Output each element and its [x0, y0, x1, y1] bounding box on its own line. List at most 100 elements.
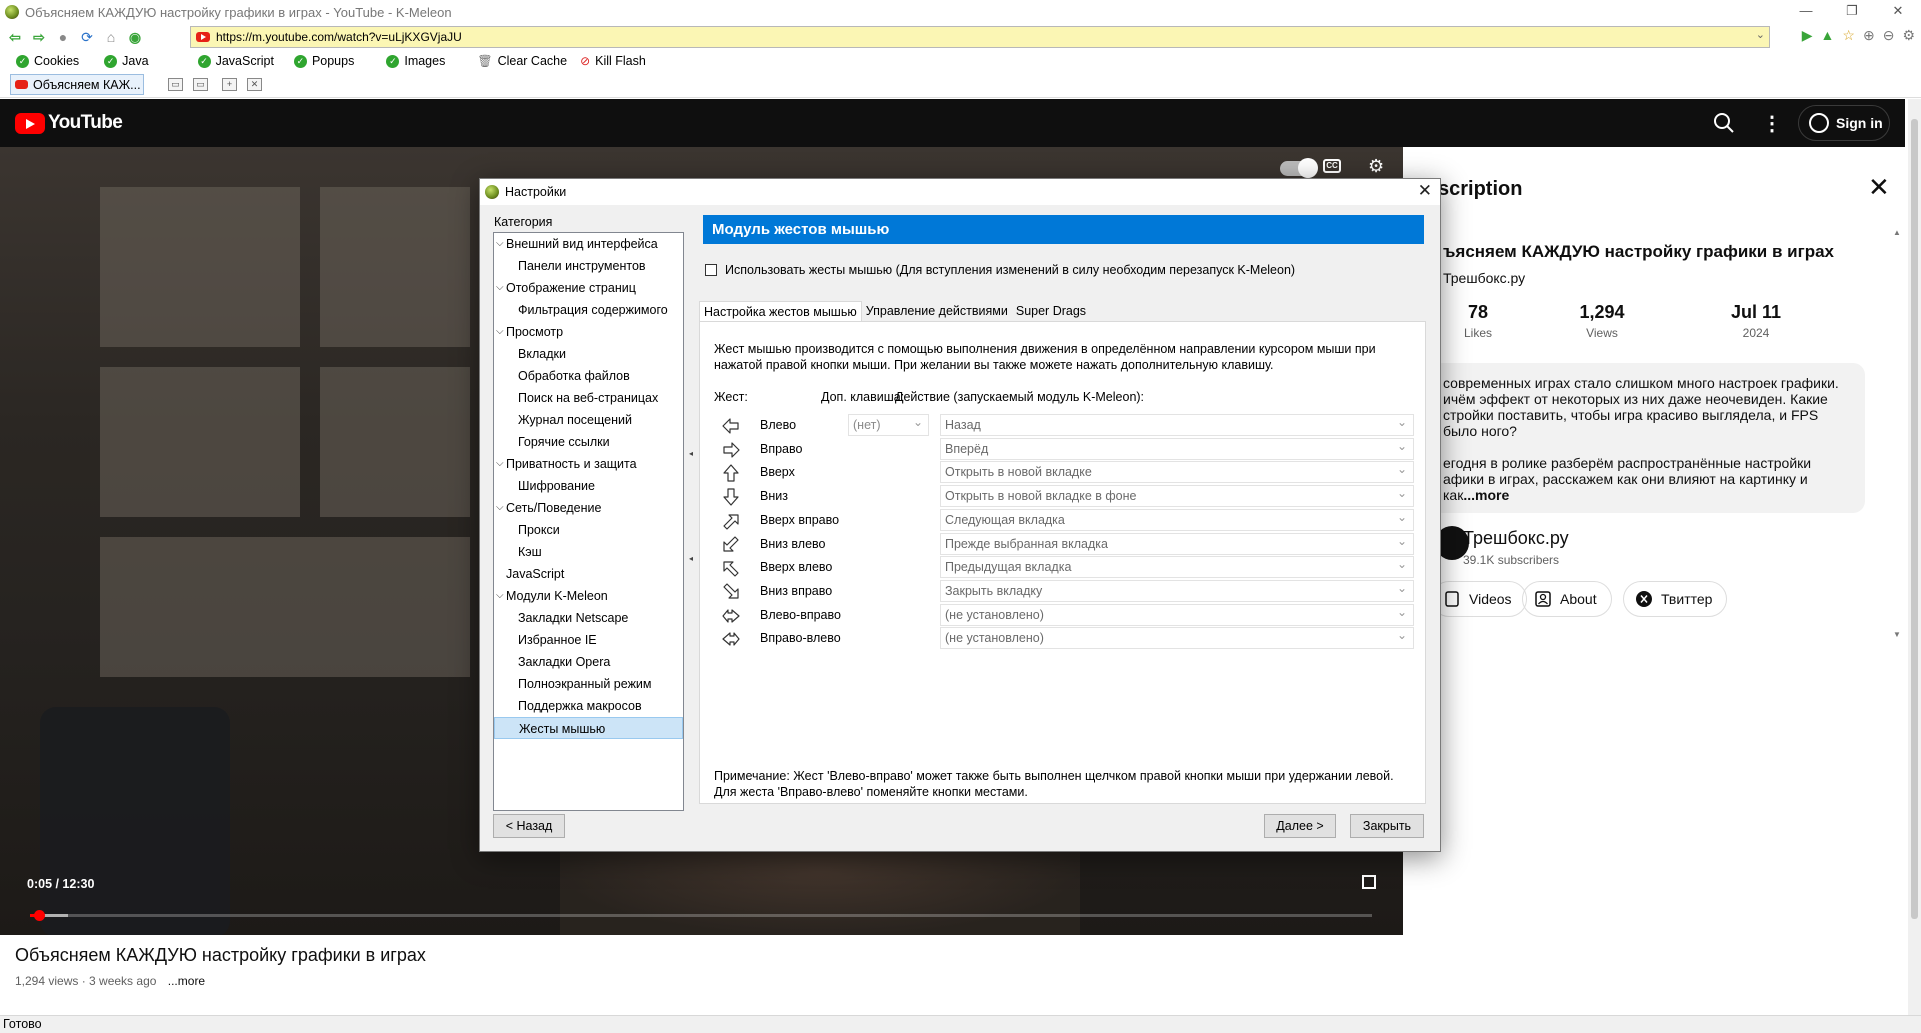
tree-item[interactable]: Журнал посещений — [494, 409, 683, 431]
about-chip[interactable]: About — [1522, 581, 1612, 617]
tree-item[interactable]: Фильтрация содержимого — [494, 299, 683, 321]
bookmark-star-icon[interactable]: ☆ — [1842, 27, 1855, 44]
pref-images[interactable]: ✓ Images — [386, 54, 445, 68]
video-more-link[interactable]: ...more — [168, 974, 205, 988]
expand-chevron-icon[interactable]: ⌵ — [496, 453, 504, 475]
tree-item[interactable]: ⌵ Сеть/Поведение — [494, 497, 683, 519]
action-select[interactable]: Открыть в новой вкладке — [940, 459, 1414, 484]
close-dialog-icon[interactable]: ✕ — [1418, 181, 1432, 201]
address-bar[interactable]: https://m.youtube.com/watch?v=uLjKXGVjaJ… — [190, 26, 1770, 48]
search-up-icon[interactable]: ▲ — [1821, 27, 1835, 44]
description-channel[interactable]: Трешбокс.ру — [1443, 270, 1525, 286]
tree-item[interactable]: JavaScript — [494, 563, 683, 585]
tree-item[interactable]: Поддержка макросов — [494, 695, 683, 717]
home-icon[interactable]: ⌂ — [102, 28, 120, 46]
browser-tab-active[interactable]: Объясняем КАЖ... — [10, 74, 144, 95]
tree-item[interactable]: Вкладки — [494, 343, 683, 365]
description-text-box[interactable]: современных играх стало слишком много на… — [1431, 363, 1865, 513]
expand-chevron-icon[interactable]: ⌵ — [496, 233, 504, 255]
pref-java[interactable]: ✓ Java — [104, 54, 149, 68]
expand-chevron-icon[interactable]: ⌵ — [496, 321, 504, 343]
action-select[interactable]: (не установлено) — [940, 625, 1414, 650]
tree-item[interactable]: ⌵ Модули K-Meleon — [494, 585, 683, 607]
next-button[interactable]: Далее > — [1264, 814, 1336, 838]
tree-item[interactable]: Избранное IE — [494, 629, 683, 651]
url-history-dropdown-icon[interactable]: ⌄ — [1756, 28, 1765, 41]
action-select[interactable]: Назад — [940, 412, 1414, 436]
tab-action-management[interactable]: Управление действиями — [862, 301, 1012, 321]
scroll-up-icon[interactable]: ▲ — [1893, 228, 1901, 237]
close-window-button[interactable]: ✕ — [1875, 0, 1921, 24]
new-window-icon[interactable]: ▭ — [168, 78, 183, 91]
videos-chip[interactable]: Videos — [1431, 581, 1527, 617]
tree-item[interactable]: Закладки Netscape — [494, 607, 683, 629]
scroll-down-icon[interactable]: ▼ — [1893, 630, 1901, 639]
tree-item[interactable]: Жесты мышью — [494, 717, 683, 739]
enable-gestures-checkbox[interactable] — [705, 264, 717, 276]
pref-popups[interactable]: ✓ Popups — [293, 54, 354, 68]
action-select[interactable]: (не установлено) — [940, 602, 1414, 626]
tree-item[interactable]: Горячие ссылки — [494, 431, 683, 453]
settings-gear-icon[interactable]: ⚙ — [1902, 27, 1915, 44]
clear-cache-button[interactable]: 🗑 Clear Cache — [477, 54, 567, 68]
tree-item[interactable]: ⌵ Внешний вид интерфейса — [494, 233, 683, 255]
tree-item[interactable]: Шифрование — [494, 475, 683, 497]
action-select[interactable]: Закрыть вкладку — [940, 578, 1414, 602]
action-select[interactable]: Прежде выбранная вкладка — [940, 531, 1414, 555]
add-bookmark-icon[interactable]: ⊕ — [1863, 27, 1875, 44]
search-icon[interactable] — [1712, 111, 1736, 135]
address-url[interactable]: https://m.youtube.com/watch?v=uLjKXGVjaJ… — [216, 30, 462, 44]
sign-in-button[interactable]: Sign in — [1798, 105, 1890, 141]
duplicate-tab-icon[interactable]: + — [222, 78, 237, 91]
player-settings-gear-icon[interactable]: ⚙ — [1368, 156, 1384, 177]
twitter-chip[interactable]: Твиттер — [1623, 581, 1728, 617]
action-select[interactable]: Открыть в новой вкладке в фоне — [940, 483, 1414, 508]
splitter-handle-icon[interactable]: ◂ — [689, 554, 693, 563]
enable-gestures-row[interactable]: Использовать жесты мышью (Для вступления… — [705, 263, 1295, 277]
progress-track[interactable] — [30, 914, 1372, 917]
tree-item[interactable]: Закладки Opera — [494, 651, 683, 673]
action-select[interactable]: Вперёд — [940, 436, 1414, 460]
close-tab-icon[interactable]: ✕ — [247, 78, 262, 91]
dialog-titlebar[interactable]: Настройки ✕ — [480, 179, 1440, 205]
scrollbar-thumb[interactable] — [1911, 119, 1918, 919]
back-button[interactable]: < Назад — [493, 814, 565, 838]
splitter-handle-icon[interactable]: ◂ — [689, 449, 693, 458]
tree-item[interactable]: ⌵ Отображение страниц — [494, 277, 683, 299]
tree-item[interactable]: ⌵ Приватность и защита — [494, 453, 683, 475]
action-select[interactable]: Следующая вкладка — [940, 507, 1414, 531]
reload-icon[interactable]: ⟳ — [78, 28, 96, 46]
tree-item[interactable]: Поиск на веб-страницах — [494, 387, 683, 409]
expand-chevron-icon[interactable]: ⌵ — [496, 585, 504, 607]
enable-gestures-label[interactable]: Использовать жесты мышью (Для вступления… — [725, 263, 1295, 277]
progress-knob[interactable] — [33, 910, 45, 921]
tree-item[interactable]: ⌵ Просмотр — [494, 321, 683, 343]
modifier-select[interactable]: (нет) — [848, 412, 929, 436]
youtube-logo[interactable]: YouTube — [15, 112, 123, 134]
tab-super-drags[interactable]: Super Drags — [1012, 301, 1090, 321]
stop-icon[interactable]: ● — [54, 28, 72, 46]
close-description-icon[interactable]: ✕ — [1868, 174, 1890, 200]
autoplay-toggle[interactable] — [1280, 158, 1318, 178]
tree-item[interactable]: Прокси — [494, 519, 683, 541]
tools-icon[interactable]: ⊖ — [1883, 27, 1895, 44]
expand-chevron-icon[interactable]: ⌵ — [496, 277, 504, 299]
tree-item[interactable]: Панели инструментов — [494, 255, 683, 277]
maximize-button[interactable]: ❐ — [1829, 0, 1875, 24]
kill-flash-button[interactable]: ⊘ Kill Flash — [580, 54, 646, 68]
pref-cookies[interactable]: ✓ Cookies — [16, 54, 79, 68]
more-vertical-icon[interactable]: ⋮ — [1762, 111, 1782, 136]
channel-name[interactable]: Трешбокс.ру — [1463, 528, 1569, 549]
action-select[interactable]: Предыдущая вкладка — [940, 554, 1414, 579]
back-arrow-icon[interactable]: ⇦ — [6, 28, 24, 46]
new-tab-icon[interactable]: ▭ — [193, 78, 208, 91]
expand-chevron-icon[interactable]: ⌵ — [496, 497, 504, 519]
description-more-link[interactable]: ...more — [1463, 487, 1509, 503]
close-button[interactable]: Закрыть — [1350, 814, 1424, 838]
tree-item[interactable]: Обработка файлов — [494, 365, 683, 387]
forward-arrow-icon[interactable]: ⇨ — [30, 28, 48, 46]
fullscreen-icon[interactable] — [1362, 875, 1376, 889]
go-icon[interactable]: ▶ — [1802, 27, 1813, 44]
tab-gesture-settings[interactable]: Настройка жестов мышью — [699, 301, 862, 321]
tree-item[interactable]: Кэш — [494, 541, 683, 563]
